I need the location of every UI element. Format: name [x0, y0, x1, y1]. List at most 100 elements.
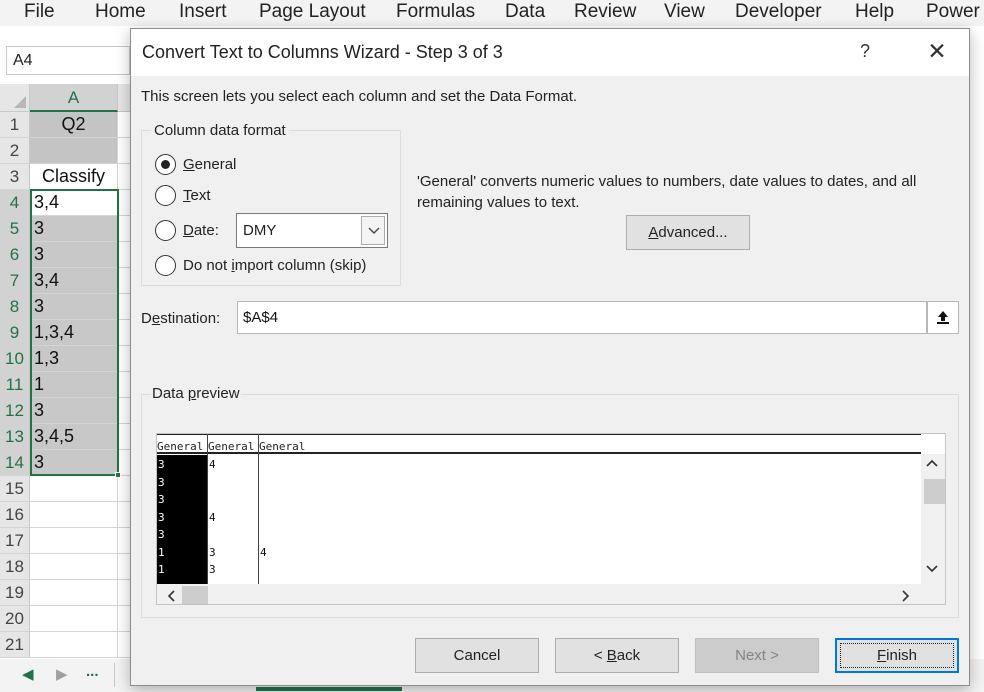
cell-b19[interactable] [118, 580, 130, 606]
cell-a7[interactable]: 3,4 [30, 268, 118, 294]
fill-handle[interactable] [115, 472, 121, 478]
advanced-button[interactable]: Advanced... [626, 215, 750, 250]
back-button[interactable]: < Back [555, 638, 679, 673]
row-header-6[interactable]: 6 [0, 242, 30, 268]
cell-b20[interactable] [118, 606, 130, 632]
cell-a13[interactable]: 3,4,5 [30, 424, 118, 450]
ribbon-tab-formulas[interactable]: Formulas [396, 1, 475, 23]
cell-a10[interactable]: 1,3 [30, 346, 118, 372]
cell-a16[interactable] [30, 502, 118, 528]
cell-a12[interactable]: 3 [30, 398, 118, 424]
ribbon-tab-page-layout[interactable]: Page Layout [259, 1, 366, 23]
cell-a15[interactable] [30, 476, 118, 502]
finish-button[interactable]: Finish [835, 638, 959, 673]
row-header-4[interactable]: 4 [0, 190, 30, 216]
row-header-12[interactable]: 12 [0, 398, 30, 424]
ribbon-tab-review[interactable]: Review [574, 1, 636, 23]
cell-b16[interactable] [118, 502, 130, 528]
cell-b3[interactable] [118, 164, 130, 190]
ribbon-tab-view[interactable]: View [664, 1, 705, 23]
active-sheet-tab[interactable] [256, 687, 402, 691]
cell-b10[interactable] [118, 346, 130, 372]
preview-header-col2[interactable]: General [208, 440, 258, 454]
cell-a2[interactable] [30, 138, 118, 164]
column-header-b[interactable] [118, 84, 130, 112]
radio-general-indicator[interactable] [155, 154, 176, 175]
next-button[interactable]: Next > [695, 638, 819, 673]
row-header-10[interactable]: 10 [0, 346, 30, 372]
ribbon-tab-data[interactable]: Data [505, 1, 545, 23]
date-format-select[interactable]: DMY [236, 213, 388, 248]
cell-a5[interactable]: 3 [30, 216, 118, 242]
row-header-16[interactable]: 16 [0, 502, 30, 528]
name-box[interactable]: A4 [6, 46, 130, 75]
cell-b6[interactable] [118, 242, 130, 268]
sheet-prev-icon[interactable]: ◀ [22, 665, 34, 683]
cell-a19[interactable] [30, 580, 118, 606]
sheet-next-icon[interactable]: ▶ [56, 665, 68, 683]
cell-a21[interactable] [30, 632, 118, 658]
cell-a14[interactable]: 3 [30, 450, 118, 476]
help-button[interactable]: ? [845, 37, 885, 69]
cancel-button[interactable]: Cancel [415, 638, 539, 673]
row-header-7[interactable]: 7 [0, 268, 30, 294]
cell-b15[interactable] [118, 476, 130, 502]
cell-a18[interactable] [30, 554, 118, 580]
data-preview-box[interactable]: General General General 3 4 3 3 3 4 3 1 3 4 1 3 [156, 433, 946, 605]
row-header-1[interactable]: 1 [0, 112, 30, 138]
close-button[interactable]: ✕ [917, 37, 957, 69]
scroll-down-icon[interactable] [925, 564, 939, 574]
cell-b7[interactable] [118, 268, 130, 294]
cell-b4[interactable] [118, 190, 130, 216]
sheet-more-icon[interactable]: ... [86, 663, 99, 680]
scroll-up-icon[interactable] [925, 458, 939, 468]
vertical-scroll-thumb[interactable] [924, 479, 945, 504]
ribbon-tab-home[interactable]: Home [95, 1, 146, 23]
cell-a1[interactable]: Q2 [30, 112, 118, 138]
row-header-9[interactable]: 9 [0, 320, 30, 346]
row-header-11[interactable]: 11 [0, 372, 30, 398]
cell-b1[interactable] [118, 112, 130, 138]
destination-collapse-button[interactable] [927, 301, 959, 334]
scroll-right-icon[interactable] [901, 589, 911, 603]
ribbon-tab-file[interactable]: File [24, 1, 55, 23]
data-preview-table[interactable]: General General General 3 4 3 3 3 4 3 1 3 4 1 3 [157, 434, 921, 584]
ribbon-tab-insert[interactable]: Insert [179, 1, 227, 23]
column-header-a[interactable]: A [30, 84, 118, 112]
radio-skip-indicator[interactable] [155, 255, 176, 276]
ribbon-tab-help[interactable]: Help [855, 1, 894, 23]
ribbon-tab-developer[interactable]: Developer [735, 1, 822, 23]
cell-b17[interactable] [118, 528, 130, 554]
cell-b21[interactable] [118, 632, 130, 658]
cell-b13[interactable] [118, 424, 130, 450]
ribbon-tab-power[interactable]: Power [926, 1, 980, 23]
cell-a4[interactable]: 3,4 [30, 190, 118, 216]
radio-date-indicator[interactable] [155, 220, 176, 241]
horizontal-scroll-thumb[interactable] [182, 586, 208, 604]
preview-vertical-scrollbar[interactable] [921, 454, 945, 584]
cell-b2[interactable] [118, 138, 130, 164]
row-header-19[interactable]: 19 [0, 580, 30, 606]
cell-a17[interactable] [30, 528, 118, 554]
cell-b12[interactable] [118, 398, 130, 424]
cell-b18[interactable] [118, 554, 130, 580]
radio-text-indicator[interactable] [155, 185, 176, 206]
row-header-13[interactable]: 13 [0, 424, 30, 450]
preview-horizontal-scrollbar[interactable] [157, 584, 945, 604]
date-format-dropdown-button[interactable] [361, 216, 385, 245]
cell-a6[interactable]: 3 [30, 242, 118, 268]
cell-b8[interactable] [118, 294, 130, 320]
row-header-14[interactable]: 14 [0, 450, 30, 476]
row-header-21[interactable]: 21 [0, 632, 30, 658]
destination-input[interactable]: $A$4 [237, 301, 927, 334]
cell-a20[interactable] [30, 606, 118, 632]
row-header-8[interactable]: 8 [0, 294, 30, 320]
preview-header-col1[interactable]: General [157, 440, 207, 454]
row-header-3[interactable]: 3 [0, 164, 30, 190]
preview-header-col3[interactable]: General [259, 440, 459, 454]
cell-b11[interactable] [118, 372, 130, 398]
cell-a8[interactable]: 3 [30, 294, 118, 320]
row-header-5[interactable]: 5 [0, 216, 30, 242]
cell-a9[interactable]: 1,3,4 [30, 320, 118, 346]
cell-a3[interactable]: Classify [30, 164, 118, 190]
